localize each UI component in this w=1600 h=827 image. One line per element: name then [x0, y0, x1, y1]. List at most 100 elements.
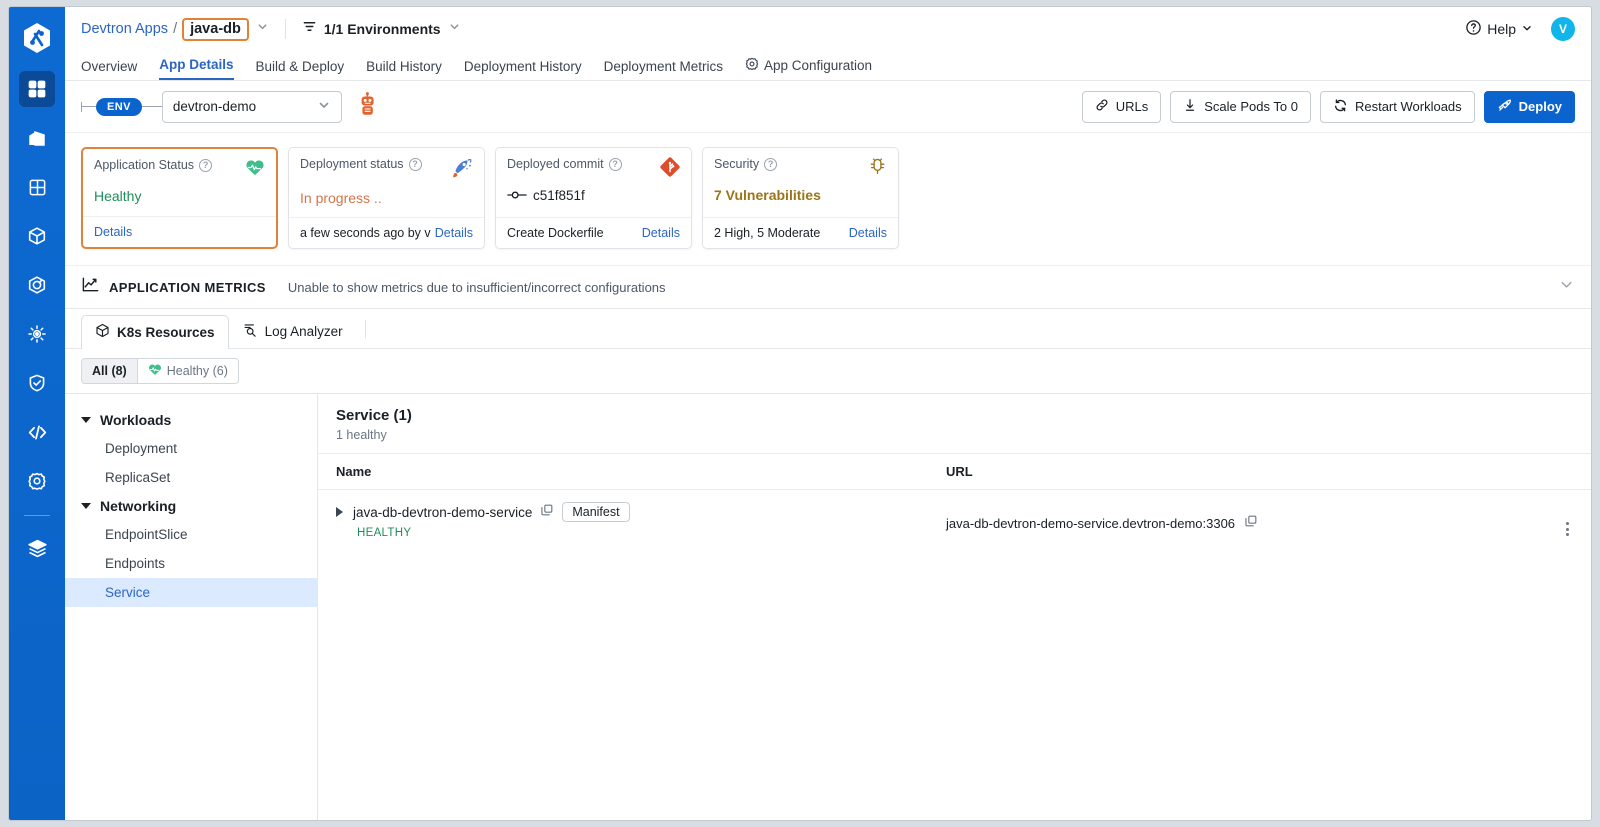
resource-detail: Service (1) 1 healthy Name URL java-db-d… — [318, 394, 1591, 820]
tab-k8s-resources-label: K8s Resources — [117, 324, 215, 340]
environment-select[interactable]: devtron-demo — [161, 90, 342, 123]
tree-item-service[interactable]: Service — [65, 578, 317, 607]
deployment-status-details-link[interactable]: Details — [435, 226, 473, 240]
rail-item-clusters[interactable] — [19, 316, 55, 352]
application-metrics-chevron-down-icon[interactable] — [1558, 276, 1575, 298]
tab-build-history[interactable]: Build History — [366, 59, 442, 80]
rocket-icon — [1497, 98, 1512, 116]
deployment-status-card[interactable]: Deployment status ? In progress .. a few… — [288, 147, 485, 249]
info-icon[interactable]: ? — [608, 157, 622, 171]
application-status-label: Application Status — [94, 158, 195, 172]
security-card[interactable]: Security ? 7 Vulnerabilities 2 High, 5 M… — [702, 147, 899, 249]
devtron-logo-icon[interactable] — [20, 21, 54, 55]
deployed-commit-details-link[interactable]: Details — [642, 226, 680, 240]
top-header: Devtron Apps / java-db 1/1 Environments — [65, 7, 1591, 51]
rail-item-applications[interactable] — [19, 71, 55, 107]
tab-k8s-resources[interactable]: K8s Resources — [81, 315, 229, 349]
env-line-left — [82, 106, 96, 107]
app-switcher-chevron-down-icon[interactable] — [256, 20, 269, 38]
tab-log-analyzer-label: Log Analyzer — [264, 323, 343, 339]
deployment-status-label: Deployment status — [300, 157, 404, 171]
expand-row-icon[interactable] — [336, 507, 343, 517]
rail-item-app-groups[interactable] — [19, 169, 55, 205]
resource-url[interactable]: java-db-devtron-demo-service.devtron-dem… — [946, 516, 1235, 531]
tab-deployment-history[interactable]: Deployment History — [464, 59, 582, 80]
security-details-link[interactable]: Details — [849, 226, 887, 240]
log-search-icon — [243, 322, 258, 340]
env-pill: ENV — [96, 97, 142, 116]
chevron-down-icon — [317, 98, 331, 115]
restart-workloads-button-label: Restart Workloads — [1354, 99, 1462, 114]
application-metrics-bar[interactable]: APPLICATION METRICS Unable to show metri… — [65, 265, 1591, 309]
rail-item-stack-manager[interactable] — [19, 530, 55, 566]
environments-filter[interactable]: 1/1 Environments — [302, 19, 461, 39]
scale-pods-button[interactable]: Scale Pods To 0 — [1170, 90, 1311, 123]
rail-item-chart-store[interactable] — [19, 267, 55, 303]
filter-all[interactable]: All (8) — [82, 359, 137, 383]
info-icon[interactable]: ? — [199, 158, 213, 172]
deploy-button[interactable]: Deploy — [1483, 90, 1575, 123]
scale-down-icon — [1183, 98, 1197, 115]
rail-divider — [24, 515, 50, 516]
application-status-value: Healthy — [94, 188, 142, 204]
security-value: 7 Vulnerabilities — [714, 187, 821, 203]
application-status-label-row: Application Status ? — [94, 158, 213, 172]
column-header-url[interactable]: URL — [946, 464, 1573, 479]
rail-item-jobs[interactable] — [19, 120, 55, 156]
resource-filters: All (8) Healthy (6) — [65, 349, 1591, 393]
deployment-status-label-row: Deployment status ? — [300, 157, 422, 171]
help-menu[interactable]: Help — [1465, 19, 1533, 39]
breadcrumb-separator: / — [173, 21, 178, 37]
tree-item-replicaset[interactable]: ReplicaSet — [65, 463, 317, 492]
graph-line-icon — [81, 275, 100, 299]
kebab-menu-icon[interactable] — [1566, 511, 1573, 536]
tree-group-networking[interactable]: Networking — [65, 492, 317, 520]
info-icon[interactable]: ? — [764, 157, 778, 171]
avatar[interactable]: V — [1551, 17, 1575, 41]
deployed-commit-card-footer: Create Dockerfile Details — [496, 217, 691, 248]
tab-log-analyzer[interactable]: Log Analyzer — [229, 314, 357, 348]
copy-icon[interactable] — [1244, 514, 1258, 533]
status-cards: Application Status ? Healthy Details Dep… — [65, 133, 1591, 249]
column-header-name[interactable]: Name — [336, 464, 946, 479]
tab-deployment-metrics[interactable]: Deployment Metrics — [604, 59, 723, 80]
caret-down-icon — [81, 417, 91, 423]
link-icon — [1095, 98, 1109, 115]
deployed-commit-card-body: Deployed commit ? c51f851f — [496, 148, 691, 217]
urls-button[interactable]: URLs — [1081, 90, 1162, 123]
application-status-card-body: Application Status ? Healthy — [83, 149, 276, 216]
rail-item-code[interactable] — [19, 414, 55, 450]
resource-name-line: java-db-devtron-demo-service Manifest — [336, 502, 946, 522]
info-icon[interactable]: ? — [408, 157, 422, 171]
application-status-details-link[interactable]: Details — [94, 225, 132, 239]
tab-app-configuration-label: App Configuration — [763, 58, 873, 73]
copy-icon[interactable] — [540, 503, 554, 522]
filter-healthy-label: Healthy (6) — [166, 364, 228, 378]
breadcrumb-root[interactable]: Devtron Apps — [81, 21, 168, 37]
table-row: java-db-devtron-demo-service Manifest HE… — [318, 490, 1591, 551]
security-label: Security — [714, 157, 760, 171]
tree-group-networking-label: Networking — [100, 498, 177, 514]
tree-group-workloads[interactable]: Workloads — [65, 406, 317, 434]
deployed-commit-card[interactable]: Deployed commit ? c51f851f Create Docker… — [495, 147, 692, 249]
rail-item-global-configurations[interactable] — [19, 463, 55, 499]
tree-item-endpoints[interactable]: Endpoints — [65, 549, 317, 578]
tab-build-and-deploy[interactable]: Build & Deploy — [256, 59, 345, 80]
health-filter-group: All (8) Healthy (6) — [81, 358, 239, 384]
manifest-button[interactable]: Manifest — [562, 502, 630, 522]
application-status-card[interactable]: Application Status ? Healthy Details — [81, 147, 278, 249]
environment-bar: ENV devtron-demo URLs Scale Pods To 0 Re… — [65, 81, 1591, 133]
tab-overview[interactable]: Overview — [81, 59, 137, 80]
tab-app-configuration[interactable]: App Configuration — [745, 57, 872, 80]
deployed-commit-message: Create Dockerfile — [507, 226, 604, 240]
robot-icon[interactable] — [358, 92, 380, 121]
tab-app-details[interactable]: App Details — [159, 57, 234, 80]
rail-item-security[interactable] — [19, 365, 55, 401]
header-divider — [284, 19, 286, 39]
tree-item-endpointslice[interactable]: EndpointSlice — [65, 520, 317, 549]
rail-item-resource-browser[interactable] — [19, 218, 55, 254]
restart-workloads-button[interactable]: Restart Workloads — [1319, 90, 1475, 123]
tree-item-deployment[interactable]: Deployment — [65, 434, 317, 463]
resource-name[interactable]: java-db-devtron-demo-service — [353, 505, 532, 520]
filter-healthy[interactable]: Healthy (6) — [136, 359, 238, 383]
